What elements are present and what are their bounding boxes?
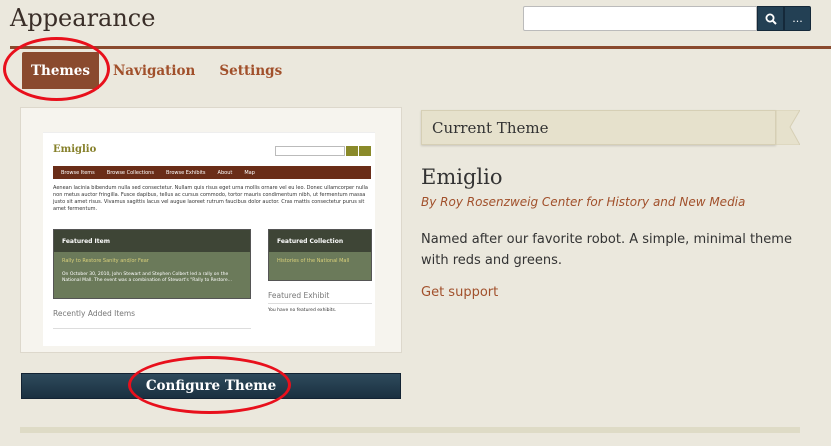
preview-featured-item-text: On October 30, 2010, John Stewart and St… <box>62 272 232 283</box>
preview-nav-item: About <box>217 169 233 176</box>
preview-divider <box>53 328 251 329</box>
preview-featured-exhibit-heading: Featured Exhibit <box>268 291 330 300</box>
tab-settings[interactable]: Settings <box>207 52 294 89</box>
tab-bar: Themes Navigation Settings <box>22 52 294 89</box>
search-button[interactable] <box>757 6 784 31</box>
preview-more-button <box>359 146 371 156</box>
configure-theme-button[interactable]: Configure Theme <box>21 373 401 399</box>
tab-themes[interactable]: Themes <box>22 52 99 89</box>
ribbon-tail-icon <box>776 110 800 145</box>
preview-recent-heading: Recently Added Items <box>53 309 136 318</box>
preview-nav-item: Map <box>244 169 255 176</box>
preview-search-input <box>275 146 345 156</box>
preview-featured-item-heading: Featured Item <box>54 230 250 252</box>
preview-nav-item: Browse Exhibits <box>165 169 206 176</box>
preview-nav: Browse Items Browse Collections Browse E… <box>53 166 371 179</box>
preview-featured-collection: Featured Collection Histories of the Nat… <box>268 229 372 281</box>
search-icon <box>765 13 777 25</box>
page-title: Appearance <box>10 4 156 32</box>
preview-intro-text: Aenean lacinia bibendum nulla sed consec… <box>53 185 368 212</box>
preview-featured-collection-link: Histories of the National Mall <box>277 258 350 264</box>
section-divider <box>20 427 800 433</box>
preview-featured-collection-heading: Featured Collection <box>269 230 371 252</box>
preview-featured-item-link: Rally to Restore Sanity and/or Fear <box>62 258 149 264</box>
theme-preview-screenshot: Emiglio Browse Items Browse Collections … <box>43 132 375 346</box>
preview-search-button <box>346 146 358 156</box>
theme-name: Emiglio <box>421 165 503 189</box>
header-divider <box>10 46 831 49</box>
current-theme-banner: Current Theme <box>421 110 776 145</box>
preview-nav-item: Browse Items <box>61 169 95 176</box>
theme-preview: Emiglio Browse Items Browse Collections … <box>20 107 402 353</box>
preview-featured-exhibit-text: You have no featured exhibits. <box>268 308 337 313</box>
more-options-button[interactable]: ... <box>784 6 811 31</box>
preview-divider <box>268 303 372 304</box>
preview-nav-item: Browse Collections <box>106 169 154 176</box>
tab-navigation[interactable]: Navigation <box>101 52 207 89</box>
preview-site-title: Emiglio <box>53 144 97 155</box>
theme-author-link[interactable]: By Roy Rosenzweig Center for History and… <box>421 195 745 209</box>
search-input[interactable] <box>523 6 757 31</box>
preview-featured-item: Featured Item Rally to Restore Sanity an… <box>53 229 251 299</box>
theme-description: Named after our favorite robot. A simple… <box>421 232 792 268</box>
get-support-link[interactable]: Get support <box>421 285 498 300</box>
search-bar: ... <box>523 6 811 31</box>
